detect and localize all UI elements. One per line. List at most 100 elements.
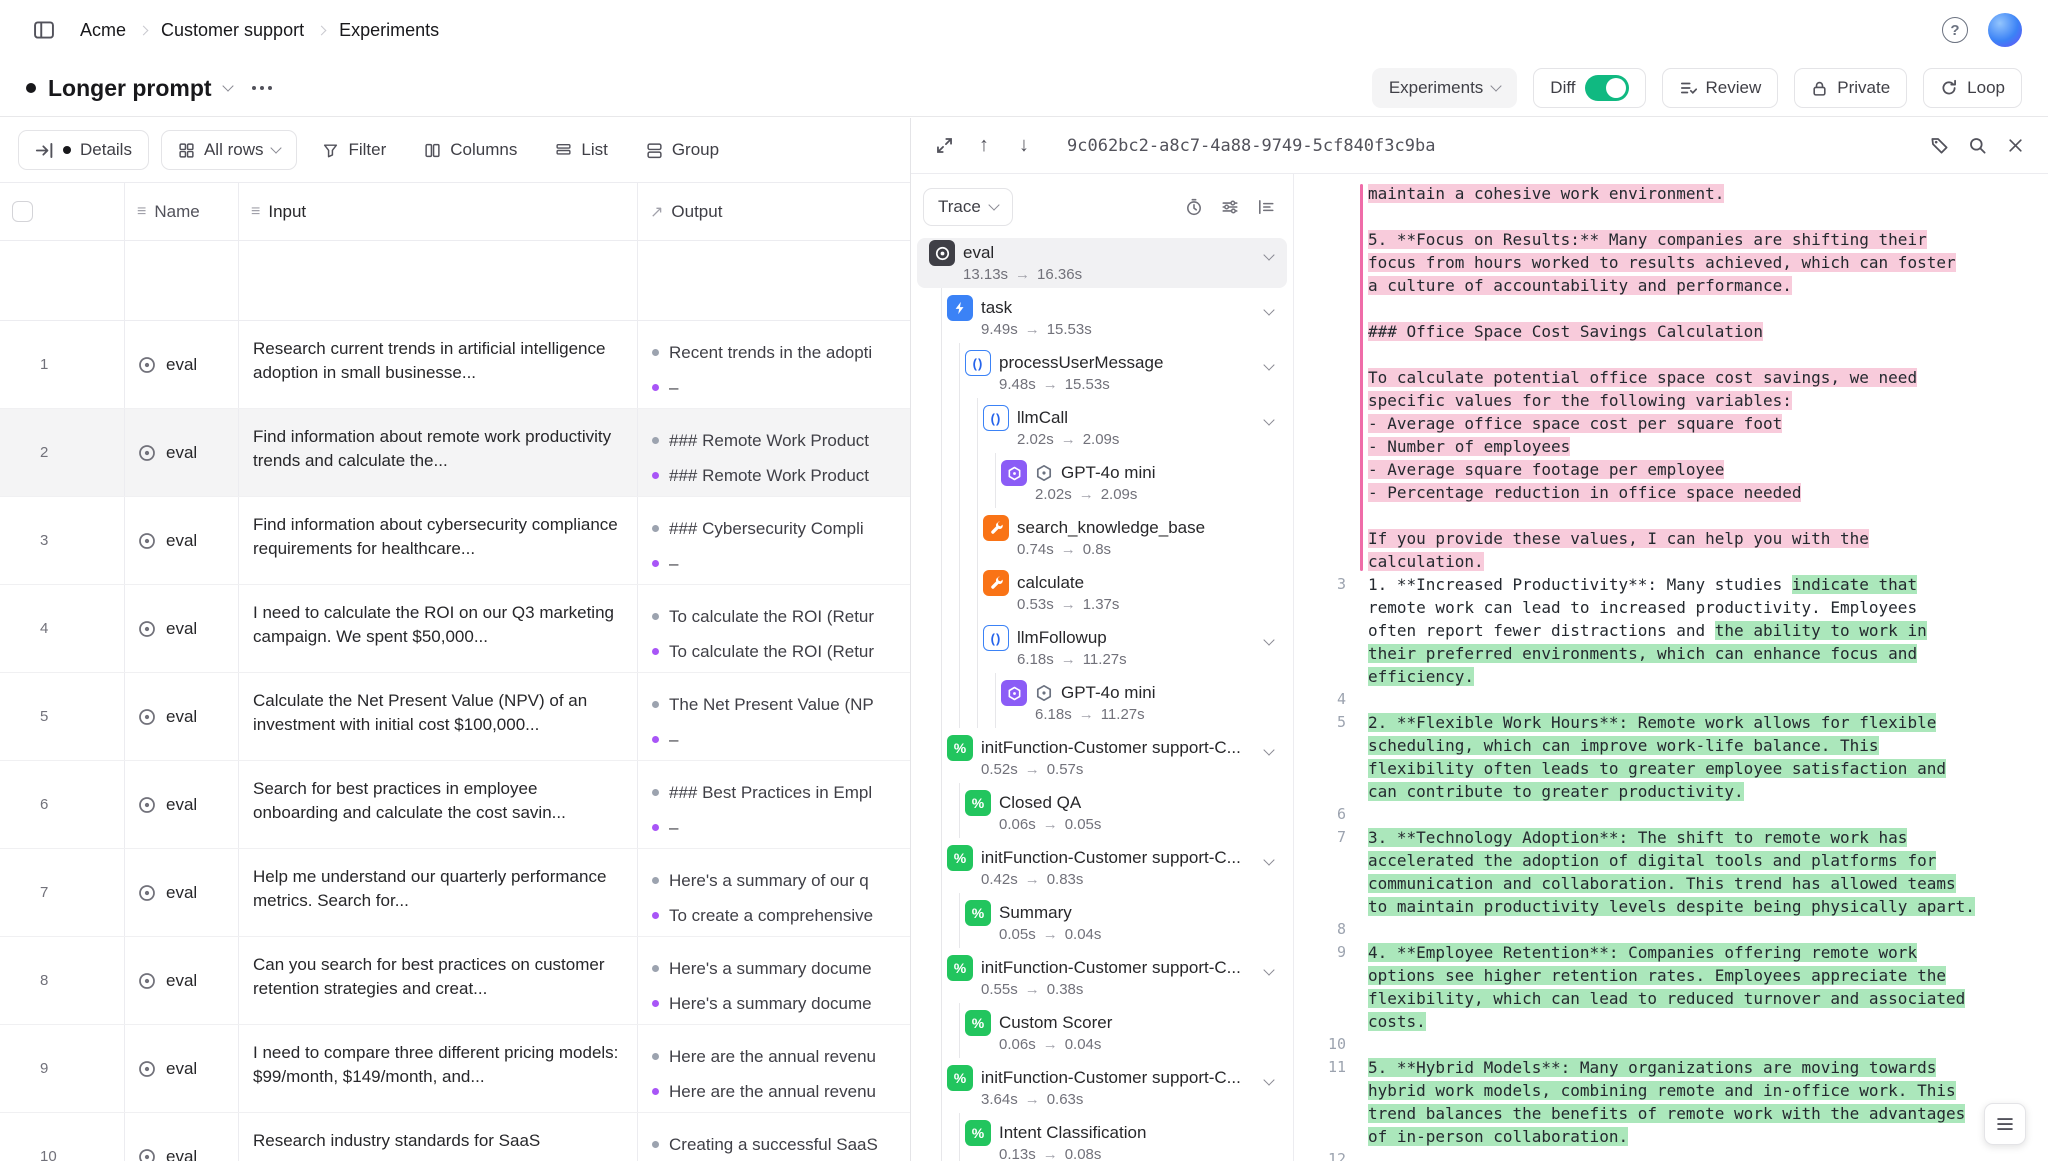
span-duration-b: 0.57s — [1047, 761, 1084, 778]
select-all-checkbox[interactable] — [12, 201, 33, 222]
trace-row[interactable]: task 9.49s → 15.53s — [917, 293, 1287, 343]
diff-line: 115. **Hybrid Models**: Many organizatio… — [1294, 1056, 2048, 1079]
filter-label: Filter — [348, 140, 386, 160]
search-icon[interactable] — [1962, 131, 1992, 161]
diff-line: To calculate potential office space cost… — [1294, 366, 2048, 389]
group-button[interactable]: Group — [633, 130, 732, 170]
expand-panel-icon[interactable] — [929, 131, 959, 161]
loop-button[interactable]: Loop — [1923, 68, 2022, 108]
timer-icon[interactable] — [1179, 192, 1209, 222]
row-name: eval — [166, 795, 197, 815]
diff-line-number: 9 — [1294, 941, 1356, 964]
trace-row[interactable]: () llmCall 2.02s → 2.09s — [917, 403, 1287, 453]
arrow-right-icon: → — [1043, 816, 1058, 833]
expected-bullet — [652, 1000, 659, 1007]
floating-logs-button[interactable] — [1984, 1103, 2026, 1145]
next-row-arrow-icon[interactable]: ↓ — [1009, 131, 1039, 161]
trace-row[interactable]: % initFunction-Customer support-C... 0.5… — [917, 733, 1287, 783]
trace-row[interactable]: GPT-4o mini 2.02s → 2.09s — [917, 458, 1287, 508]
breadcrumb-item-acme[interactable]: Acme — [80, 20, 126, 41]
tag-icon[interactable] — [1924, 131, 1954, 161]
column-header-output[interactable]: Output — [671, 202, 722, 222]
chevron-down-icon — [1491, 80, 1502, 91]
experiment-title[interactable]: Longer prompt — [48, 75, 212, 102]
breadcrumb-item-experiments[interactable]: Experiments — [339, 20, 439, 41]
list-icon — [555, 142, 572, 159]
sliders-icon[interactable] — [1215, 192, 1245, 222]
private-button[interactable]: Private — [1794, 68, 1907, 108]
trace-row[interactable]: % initFunction-Customer support-C... 3.6… — [917, 1063, 1287, 1113]
span-name: llmFollowup — [1017, 628, 1135, 648]
sidebar-toggle-icon[interactable] — [26, 12, 62, 48]
help-icon[interactable]: ? — [1942, 17, 1968, 43]
row-filter-dropdown[interactable]: All rows — [161, 130, 298, 170]
diff-line — [1294, 297, 2048, 320]
trace-row[interactable]: () llmFollowup 6.18s → 11.27s — [917, 623, 1287, 673]
trace-row[interactable]: GPT-4o mini 6.18s → 11.27s — [917, 678, 1287, 728]
trace-row[interactable]: % Custom Scorer 0.06s → 0.04s — [917, 1008, 1287, 1058]
span-type-icon: % — [965, 790, 991, 816]
arrow-right-icon: → — [1061, 431, 1076, 448]
collapse-all-icon[interactable] — [1251, 192, 1281, 222]
row-name: eval — [166, 971, 197, 991]
output-bullet — [652, 613, 659, 620]
group-icon — [646, 142, 663, 159]
trace-row[interactable]: % Summary 0.05s → 0.04s — [917, 898, 1287, 948]
diff-viewer[interactable]: maintain a cohesive work environment. 5.… — [1294, 174, 2048, 1161]
previous-row-arrow-icon[interactable]: ↑ — [969, 131, 999, 161]
diff-added-block: 31. **Increased Productivity**: Many stu… — [1294, 573, 2048, 1161]
diff-line-number: 6 — [1294, 803, 1356, 826]
columns-button[interactable]: Columns — [411, 130, 530, 170]
diff-line-number — [1294, 366, 1356, 389]
trace-row[interactable]: eval 13.13s → 16.36s — [917, 238, 1287, 288]
more-menu-button[interactable] — [244, 86, 280, 90]
span-duration-b: 0.83s — [1047, 871, 1084, 888]
diff-line-number — [1294, 964, 1356, 987]
eval-target-icon — [137, 1147, 157, 1161]
trace-row[interactable]: search_knowledge_base 0.74s → 0.8s — [917, 513, 1287, 563]
column-header-name[interactable]: Name — [154, 202, 199, 222]
diff-line: 12 — [1294, 1148, 2048, 1161]
details-button[interactable]: Details — [18, 130, 149, 170]
row-number: 9 — [40, 1060, 48, 1077]
column-header-input[interactable]: Input — [268, 200, 306, 224]
eval-target-icon — [137, 971, 157, 991]
trace-row[interactable]: % Closed QA 0.06s → 0.05s — [917, 788, 1287, 838]
trace-row[interactable]: () processUserMessage 9.48s → 15.53s — [917, 348, 1287, 398]
span-type-icon — [1001, 680, 1027, 706]
avatar[interactable] — [1988, 13, 2022, 47]
diff-toggle-pill[interactable]: Diff — [1533, 68, 1645, 108]
output-bullet — [652, 437, 659, 444]
view-selector-dropdown[interactable]: Experiments — [1372, 68, 1517, 108]
trace-row[interactable]: calculate 0.53s → 1.37s — [917, 568, 1287, 618]
filter-button[interactable]: Filter — [309, 130, 399, 170]
review-checklist-icon — [1679, 79, 1697, 97]
expected-bullet — [652, 648, 659, 655]
close-icon[interactable] — [2000, 131, 2030, 161]
diff-line-number — [1294, 389, 1356, 412]
diff-line: focus from hours worked to results achie… — [1294, 251, 2048, 274]
trace-view-dropdown[interactable]: Trace — [923, 188, 1013, 226]
review-button[interactable]: Review — [1662, 68, 1779, 108]
diff-line: If you provide these values, I can help … — [1294, 527, 2048, 550]
list-button[interactable]: List — [542, 130, 620, 170]
arrow-right-icon: → — [1025, 1091, 1040, 1108]
trace-row[interactable]: % initFunction-Customer support-C... 0.5… — [917, 953, 1287, 1003]
eval-target-icon — [137, 883, 157, 903]
diff-line: of in-person collaboration. — [1294, 1125, 2048, 1148]
arrow-right-icon: → — [1043, 1146, 1058, 1161]
trace-row[interactable]: % initFunction-Customer support-C... 0.4… — [917, 843, 1287, 893]
breadcrumb-item-customer-support[interactable]: Customer support — [161, 20, 304, 41]
span-name: task — [981, 298, 1040, 318]
row-name: eval — [166, 443, 197, 463]
expected-bullet — [652, 1088, 659, 1095]
span-duration-b: 2.09s — [1083, 431, 1120, 448]
diff-line-number — [1294, 182, 1356, 205]
diff-line-number — [1294, 1125, 1356, 1148]
chevron-down-icon — [271, 142, 282, 153]
diff-line — [1294, 205, 2048, 228]
diff-toggle-switch[interactable] — [1585, 75, 1629, 101]
trace-row[interactable]: % Intent Classification 0.13s → 0.08s — [917, 1118, 1287, 1161]
diff-line-number — [1294, 205, 1356, 228]
chevron-down-icon[interactable] — [222, 80, 233, 91]
